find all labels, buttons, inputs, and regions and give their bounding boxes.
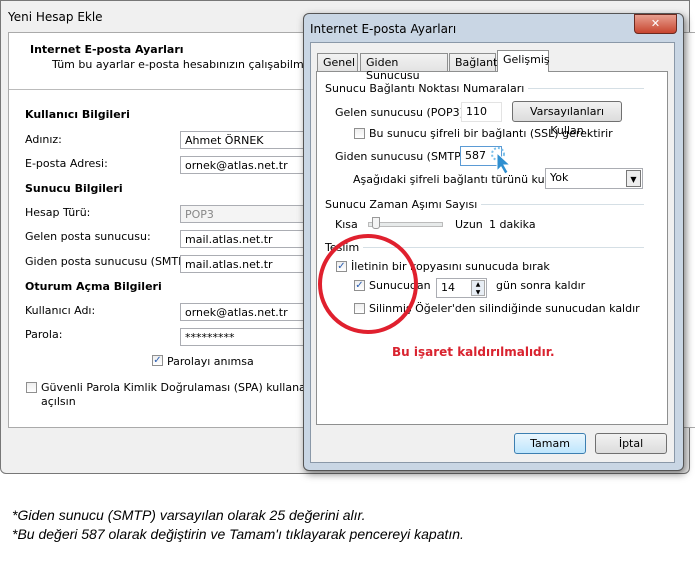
name-input[interactable]: Ahmet ÖRNEK (180, 131, 310, 149)
remove-days-value: 14 (441, 281, 455, 294)
account-type-select[interactable]: POP3 (180, 205, 310, 223)
ssl-label: Bu sunucu şifreli bir bağlantı (SSL) ger… (369, 127, 613, 140)
remove-days-spinner[interactable]: 14 ▲ ▼ (436, 278, 487, 298)
tab-advanced[interactable]: Gelişmiş (497, 50, 550, 72)
incoming-port-input[interactable]: 110 (461, 102, 502, 122)
timeout-long-label: Uzun (455, 218, 483, 231)
password-input[interactable]: ********* (180, 328, 310, 346)
server-section-heading: Sunucu Bilgileri (25, 182, 123, 195)
close-icon[interactable]: ✕ (634, 14, 677, 34)
tab-connection[interactable]: Bağlantı (449, 53, 500, 71)
outgoing-server-label: Giden posta sunucusu (SMTP): (25, 255, 193, 268)
outgoing-port-label: Giden sunucusu (SMTP): (335, 150, 469, 163)
encryption-select[interactable]: Yok ▼ (545, 168, 643, 189)
note-line-2: *Bu değeri 587 olarak değiştirin ve Tama… (12, 526, 464, 542)
spinner-arrows-icon[interactable]: ▲ ▼ (471, 280, 485, 296)
username-label: Kullanıcı Adı: (25, 304, 96, 317)
header-divider (9, 89, 309, 90)
front-dialog-title: Internet E-posta Ayarları (310, 22, 457, 36)
chevron-down-icon[interactable]: ▼ (626, 170, 641, 187)
user-section-heading: Kullanıcı Bilgileri (25, 108, 130, 121)
name-label: Adınız: (25, 133, 62, 146)
spa-label-line2: açılsın (41, 395, 76, 408)
timeout-short-label: Kısa (335, 218, 358, 231)
remember-password-checkbox[interactable]: ✓ (152, 355, 163, 366)
tab-general[interactable]: Genel (317, 53, 358, 71)
cancel-button[interactable]: İptal (595, 433, 667, 454)
incoming-server-input[interactable]: mail.atlas.net.tr (180, 230, 310, 248)
annotation-circle (318, 234, 418, 334)
encryption-value: Yok (550, 171, 569, 184)
note-line-1: *Giden sunucu (SMTP) varsayılan olarak 2… (12, 507, 366, 523)
dialog-title: Yeni Hesap Ekle (8, 10, 103, 24)
ports-group-label: Sunucu Bağlantı Noktası Numaraları (325, 82, 529, 95)
incoming-port-label: Gelen sunucusu (POP3): (335, 106, 468, 119)
use-defaults-button[interactable]: Varsayılanları Kullan (512, 101, 622, 137)
spa-checkbox[interactable] (26, 382, 37, 393)
logon-section-heading: Oturum Açma Bilgileri (25, 280, 162, 293)
mouse-cursor-icon (491, 147, 512, 175)
encryption-label: Aşağıdaki şifreli bağlantı türünü kullan… (353, 173, 569, 186)
email-input[interactable]: ornek@atlas.net.tr (180, 156, 310, 174)
annotation-text: Bu işaret kaldırılmalıdır. (392, 345, 555, 359)
tab-outgoing-server[interactable]: Giden Sunucusu (360, 53, 448, 82)
remove-after-suffix: gün sonra kaldır (496, 279, 586, 292)
remember-password-label: Parolayı anımsa (167, 355, 254, 368)
incoming-server-label: Gelen posta sunucusu: (25, 230, 151, 243)
account-type-label: Hesap Türü: (25, 206, 91, 219)
email-label: E-posta Adresi: (25, 157, 108, 170)
header-title: Internet E-posta Ayarları (30, 43, 184, 56)
ok-button[interactable]: Tamam (514, 433, 586, 454)
timeout-group-label: Sunucu Zaman Aşımı Sayısı (325, 198, 482, 211)
ssl-checkbox[interactable] (354, 128, 365, 139)
password-label: Parola: (25, 328, 63, 341)
timeout-slider-handle[interactable] (372, 217, 380, 229)
outgoing-server-input[interactable]: mail.atlas.net.tr (180, 255, 310, 273)
timeout-value: 1 dakika (489, 218, 536, 231)
username-input[interactable]: ornek@atlas.net.tr (180, 303, 310, 321)
